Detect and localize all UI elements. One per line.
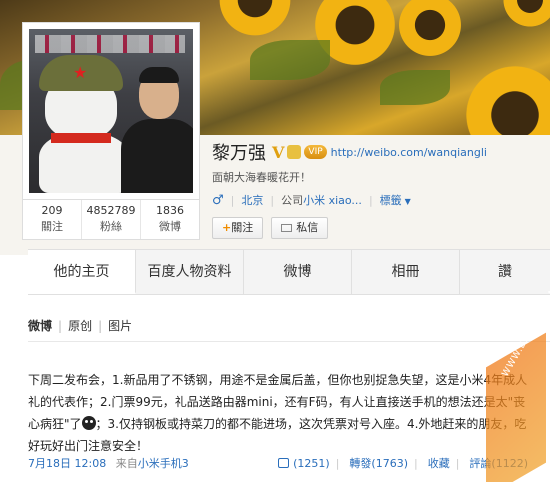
verified-icon[interactable]: V [272, 143, 284, 162]
divider: | [230, 193, 235, 207]
like-button[interactable]: (1251) [274, 457, 330, 470]
profile-name: 黎万强 [212, 143, 266, 164]
mascot-scarf [51, 133, 111, 143]
divider: | [58, 319, 63, 333]
post-footer: 7月18日 12:08 来自小米手机3 (1251)|轉發(1763)|收藏|評… [28, 455, 528, 471]
tab-baidu-profile[interactable]: 百度人物资料 [136, 250, 244, 294]
divider: | [455, 457, 460, 470]
sunflower-decoration [460, 60, 550, 135]
tab-home[interactable]: 他的主页 [28, 250, 136, 294]
count-label: 粉絲 [100, 220, 122, 233]
like-count: (1251) [293, 457, 330, 470]
follow-button[interactable]: +關注 [212, 217, 264, 239]
divider: | [368, 193, 373, 207]
person-body [121, 119, 193, 193]
source-link[interactable]: 小米手机3 [138, 457, 189, 470]
count-value: 1836 [156, 204, 184, 217]
post-text: 下周二发布会，1.新品用了不锈钢，用途不是金属后盖，但你也别捉急失望，这是小米4… [28, 369, 528, 457]
medal-icon[interactable] [287, 145, 302, 159]
avatar-photo: ★ [29, 29, 193, 193]
emoji-icon [81, 416, 96, 430]
male-icon: ♂ [212, 192, 224, 208]
envelope-icon [281, 224, 293, 232]
repost-button[interactable]: 轉發(1763) [349, 457, 408, 470]
count-label: 微博 [159, 220, 181, 233]
person-hair [139, 67, 179, 83]
following-count[interactable]: 209 關注 [23, 200, 82, 239]
count-value: 209 [41, 204, 63, 217]
profile-url-link[interactable]: http://weibo.com/wanqiangli [331, 146, 487, 159]
count-label: 關注 [41, 220, 63, 233]
subnav-item-images[interactable]: 图片 [108, 319, 132, 333]
post-date-link[interactable]: 7月18日 12:08 [28, 457, 106, 470]
leaf-decoration [250, 40, 330, 80]
thumbs-up-icon [278, 458, 290, 468]
company-link[interactable]: 小米 xiao... [303, 194, 362, 207]
sunflower-decoration [215, 0, 295, 40]
count-value: 4852789 [86, 204, 136, 217]
star-icon: ★ [73, 63, 88, 82]
subnav-item-original[interactable]: 原创 [68, 319, 92, 333]
tab-likes[interactable]: 讚 [460, 250, 550, 294]
sunflower-decoration [500, 0, 550, 30]
profile-meta: ♂ | 北京 | 公司小米 xiao... | 標籤 ▼ [212, 192, 411, 208]
divider [28, 341, 550, 342]
vip-badge[interactable]: VIP [304, 145, 327, 159]
subnav-item-weibo[interactable]: 微博 [28, 319, 52, 333]
divider: | [270, 193, 275, 207]
profile-intro: 面朝大海春暖花开！ [212, 171, 311, 184]
profile-name-row: 黎万强 V VIP http://weibo.com/wanqiangli [212, 141, 487, 165]
followers-count[interactable]: 4852789 粉絲 [82, 200, 141, 239]
posts-count[interactable]: 1836 微博 [141, 200, 199, 239]
sunflower-decoration [395, 0, 465, 60]
divider: | [98, 319, 103, 333]
divider: | [335, 457, 340, 470]
follow-label: 關注 [231, 221, 254, 234]
profile-tabs: 他的主页 百度人物资料 微博 相冊 讚 [28, 249, 550, 295]
source-prefix: 来自 [115, 457, 138, 470]
caret-down-icon: ▼ [404, 197, 411, 206]
message-button[interactable]: 私信 [271, 217, 329, 239]
profile-actions: +關注 私信 [212, 217, 329, 239]
post-text-part: ；3.仅持钢板或持菜刀的都不能进场，这次凭票对号入座。4.外地赶来的朋友，吃好玩… [28, 417, 527, 453]
tags-label: 標籤 [379, 194, 402, 207]
company-info: 公司小米 xiao... [281, 192, 362, 208]
divider: | [413, 457, 418, 470]
feed-subnav: 微博 | 原创 | 图片 [28, 317, 132, 334]
feed: 微博 | 原创 | 图片 下周二发布会，1.新品用了不锈钢，用途不是金属后盖，但你也别捉… [28, 295, 550, 482]
post-source: 来自小米手机3 [116, 457, 189, 470]
favorite-button[interactable]: 收藏 [428, 457, 450, 470]
tab-album[interactable]: 相冊 [352, 250, 460, 294]
toy-shelf-decoration [35, 35, 185, 53]
profile-counts: 209 關注 4852789 粉絲 1836 微博 [22, 200, 200, 240]
city-link[interactable]: 北京 [241, 192, 263, 208]
leaf-decoration [380, 70, 450, 105]
avatar[interactable]: ★ [22, 22, 200, 200]
tab-weibo[interactable]: 微博 [244, 250, 352, 294]
plus-icon: + [222, 221, 232, 234]
message-label: 私信 [296, 221, 319, 234]
tags-dropdown[interactable]: 標籤 ▼ [380, 192, 411, 208]
company-prefix: 公司 [281, 194, 304, 207]
